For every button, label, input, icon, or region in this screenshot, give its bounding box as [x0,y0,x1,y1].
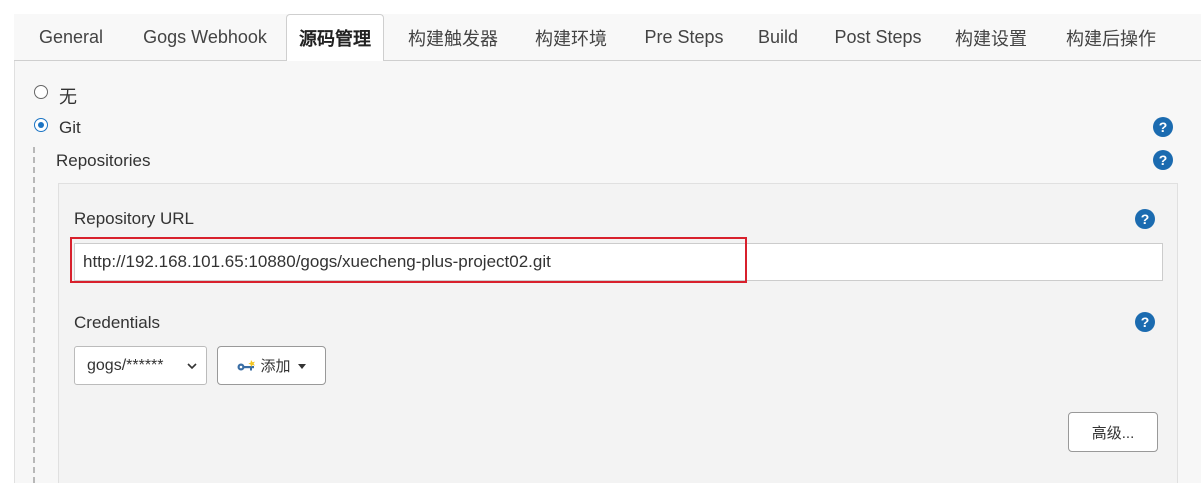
key-icon [237,359,256,370]
radio-git-label: Git [59,118,81,137]
git-help-icon[interactable]: ? [1153,117,1173,137]
advanced-button[interactable]: 高级... [1068,412,1158,452]
tab-bar: General Gogs Webhook 源码管理 构建触发器 构建环境 Pre… [14,14,1201,62]
credentials-help-icon[interactable]: ? [1135,312,1155,332]
radio-none-label: 无 [59,87,77,107]
credentials-label: Credentials [74,313,160,332]
tab-post-build-actions[interactable]: 构建后操作 [1056,14,1166,61]
credentials-selected-value: gogs/****** [87,356,164,374]
tab-build[interactable]: Build [750,14,806,61]
repository-url-help-icon[interactable]: ? [1135,209,1155,229]
tab-post-steps[interactable]: Post Steps [826,14,930,61]
radio-git[interactable] [34,118,48,132]
chevron-down-icon [187,363,197,370]
tab-build-environment[interactable]: 构建环境 [526,14,616,61]
add-credentials-label: 添加 [260,358,291,375]
tab-gogs-webhook[interactable]: Gogs Webhook [130,14,280,61]
tab-pre-steps[interactable]: Pre Steps [636,14,732,61]
repositories-label: Repositories [56,151,151,170]
tab-build-settings[interactable]: 构建设置 [946,14,1036,61]
radio-none[interactable] [34,85,48,99]
credentials-select[interactable]: gogs/****** [74,346,207,385]
section-indent-line [33,147,35,483]
tab-build-triggers[interactable]: 构建触发器 [398,14,508,61]
tab-source-code-management[interactable]: 源码管理 [286,14,384,62]
repositories-help-icon[interactable]: ? [1153,150,1173,170]
add-credentials-button[interactable]: 添加 [217,346,326,385]
repository-url-label: Repository URL [74,209,194,228]
tab-general[interactable]: General [28,14,114,61]
repository-box [58,183,1178,483]
repository-url-input[interactable] [74,243,1163,281]
caret-down-icon [297,363,306,369]
